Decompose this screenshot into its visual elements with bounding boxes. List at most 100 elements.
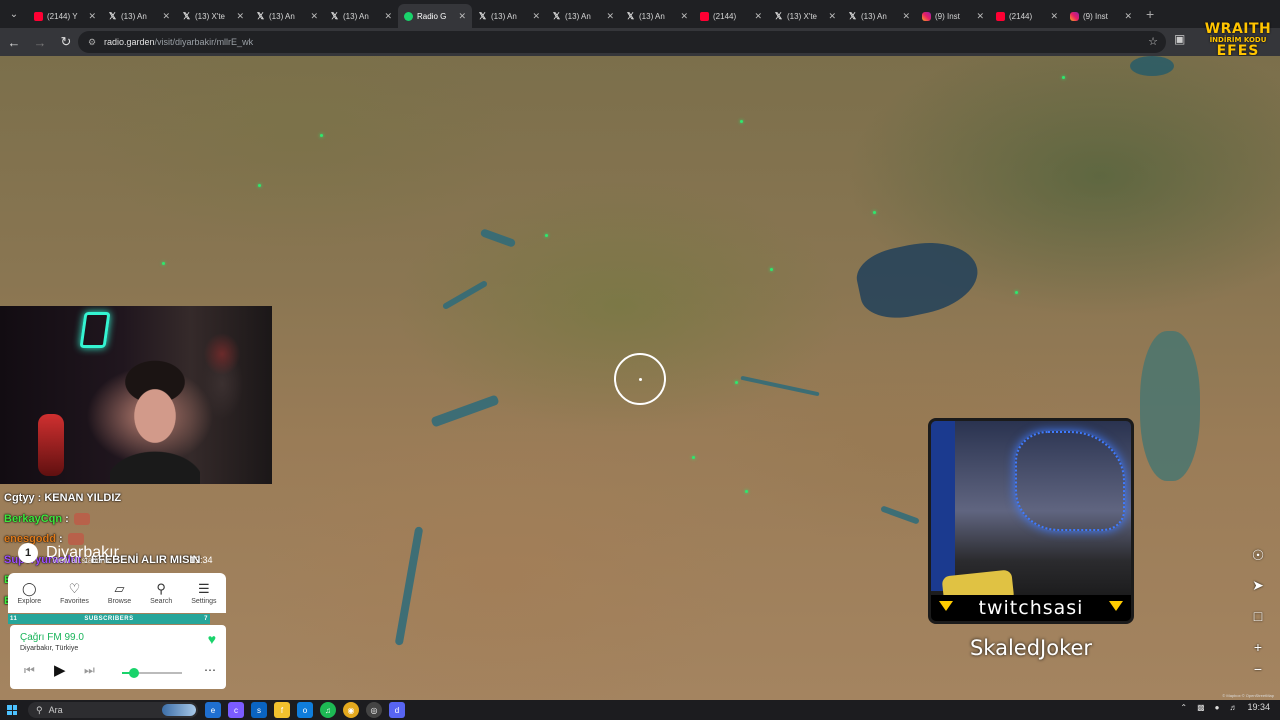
- nav-settings[interactable]: ☰ Settings: [191, 582, 216, 605]
- locate-icon[interactable]: ➤: [1247, 574, 1269, 596]
- nav-favorites[interactable]: ♡ Favorites: [60, 582, 89, 605]
- reload-button[interactable]: ↻: [54, 30, 78, 54]
- discord-icon[interactable]: d: [389, 702, 405, 718]
- station-dot[interactable]: [258, 184, 261, 187]
- browser-toolbar: ← → ↻ ⚙ radio.garden/visit/diyarbakir/ml…: [0, 28, 1280, 56]
- browser-tab[interactable]: (9) Inst ✕: [916, 4, 990, 28]
- spotify-icon[interactable]: ♫: [320, 702, 336, 718]
- favorite-heart-icon[interactable]: ♥: [208, 631, 216, 647]
- monitor-icon[interactable]: ▩: [1197, 703, 1205, 712]
- station-title[interactable]: Çağrı FM 99.0: [20, 632, 84, 643]
- menu-icon: ☰: [198, 580, 210, 596]
- station-dot[interactable]: [320, 134, 323, 137]
- browser-tab[interactable]: 𝕏 (13) An ✕: [472, 4, 546, 28]
- browser-tab[interactable]: (2144) ✕: [694, 4, 768, 28]
- station-dot[interactable]: [873, 211, 876, 214]
- tab-search-menu-icon[interactable]: ⌄: [0, 0, 28, 28]
- tab-close-icon[interactable]: ✕: [384, 11, 392, 22]
- tab-close-icon[interactable]: ✕: [754, 11, 762, 22]
- nav-explore[interactable]: ◯ Explore: [17, 582, 41, 605]
- station-dot[interactable]: [1062, 76, 1065, 79]
- search-highlight-image: [162, 704, 196, 716]
- browser-tab[interactable]: 𝕏 (13) An ✕: [620, 4, 694, 28]
- tab-close-icon[interactable]: ✕: [532, 11, 540, 22]
- reservoir: [479, 228, 517, 248]
- mic-icon[interactable]: ●: [1215, 703, 1220, 712]
- station-dot[interactable]: [770, 268, 773, 271]
- forward-button[interactable]: →: [28, 30, 52, 54]
- outlook-icon[interactable]: o: [297, 702, 313, 718]
- tab-close-icon[interactable]: ✕: [902, 11, 910, 22]
- extensions-icon[interactable]: ▣: [1174, 32, 1185, 46]
- browser-tab[interactable]: 𝕏 (13) An ✕: [324, 4, 398, 28]
- tab-close-icon[interactable]: ✕: [680, 11, 688, 22]
- edge-icon[interactable]: e: [205, 702, 221, 718]
- chrome-icon[interactable]: ◉: [343, 702, 359, 718]
- chat-username: Cgtyy: [4, 492, 35, 504]
- taskbar-clock[interactable]: 19:34: [1247, 702, 1270, 712]
- previous-icon[interactable]: ⏮: [24, 663, 35, 678]
- browser-tab[interactable]: (2144) Y ✕: [28, 4, 102, 28]
- broadcast-icon[interactable]: ☉: [1247, 544, 1269, 566]
- browser-tab[interactable]: (9) Inst ✕: [1064, 4, 1138, 28]
- tab-close-icon[interactable]: ✕: [828, 11, 836, 22]
- station-dot[interactable]: [162, 262, 165, 265]
- file-explorer-icon[interactable]: f: [274, 702, 290, 718]
- tab-close-icon[interactable]: ✕: [88, 11, 96, 22]
- tab-close-icon[interactable]: ✕: [976, 11, 984, 22]
- tab-title: (13) X'te: [787, 11, 817, 21]
- browser-tab[interactable]: 𝕏 (13) An ✕: [102, 4, 176, 28]
- station-dot[interactable]: [735, 381, 738, 384]
- tab-title: (13) An: [861, 11, 887, 21]
- volume-icon[interactable]: ♬: [1229, 703, 1237, 712]
- station-dot[interactable]: [692, 456, 695, 459]
- obs-icon[interactable]: ◎: [366, 702, 382, 718]
- browser-tab[interactable]: Radio G ✕: [398, 4, 472, 28]
- station-dot[interactable]: [1015, 291, 1018, 294]
- tab-title: (9) Inst: [1083, 11, 1108, 21]
- zoom-in-icon[interactable]: +: [1247, 636, 1269, 658]
- tab-close-icon[interactable]: ✕: [458, 11, 466, 22]
- tab-close-icon[interactable]: ✕: [310, 11, 318, 22]
- site-info-icon[interactable]: ⚙: [88, 37, 98, 47]
- browser-tab[interactable]: 𝕏 (13) An ✕: [546, 4, 620, 28]
- play-icon[interactable]: ▶: [54, 661, 66, 679]
- station-location: Diyarbakır, Türkiye: [20, 645, 79, 652]
- station-dot[interactable]: [745, 490, 748, 493]
- back-button[interactable]: ←: [2, 30, 26, 54]
- volume-knob[interactable]: [129, 668, 139, 678]
- more-options-icon[interactable]: ⋯: [204, 663, 216, 677]
- map-icon: ▱: [114, 580, 125, 596]
- browser-tab[interactable]: 𝕏 (13) X'te ✕: [768, 4, 842, 28]
- x-icon: 𝕏: [626, 10, 635, 21]
- copilot-icon[interactable]: c: [228, 702, 244, 718]
- next-icon[interactable]: ⏭: [84, 663, 95, 678]
- tab-close-icon[interactable]: ✕: [162, 11, 170, 22]
- led-lights: [1015, 431, 1125, 531]
- browser-tab[interactable]: (2144) ✕: [990, 4, 1064, 28]
- browser-tab[interactable]: 𝕏 (13) An ✕: [250, 4, 324, 28]
- store-icon[interactable]: s: [251, 702, 267, 718]
- tab-close-icon[interactable]: ✕: [1124, 11, 1132, 22]
- bookmark-star-icon[interactable]: ☆: [1148, 35, 1158, 48]
- browser-tab[interactable]: 𝕏 (13) X'te ✕: [176, 4, 250, 28]
- new-tab-button[interactable]: +: [1146, 6, 1154, 22]
- lock-icon[interactable]: □: [1247, 605, 1269, 627]
- nav-search[interactable]: ⚲ Search: [150, 582, 172, 605]
- tab-close-icon[interactable]: ✕: [236, 11, 244, 22]
- station-dot[interactable]: [740, 120, 743, 123]
- streamer-webcam: [0, 306, 272, 484]
- station-selector-circle[interactable]: [614, 353, 666, 405]
- nav-browse[interactable]: ▱ Browse: [108, 582, 131, 605]
- browser-tab[interactable]: 𝕏 (13) An ✕: [842, 4, 916, 28]
- start-button[interactable]: [2, 700, 22, 720]
- address-bar[interactable]: ⚙ radio.garden/visit/diyarbakir/mllrE_wk…: [78, 31, 1166, 53]
- chat-separator: :: [34, 492, 45, 504]
- tab-close-icon[interactable]: ✕: [606, 11, 614, 22]
- taskbar-search[interactable]: ⚲ Ara: [28, 702, 198, 718]
- zoom-out-icon[interactable]: −: [1247, 658, 1269, 680]
- station-dot[interactable]: [545, 234, 548, 237]
- tray-chevron-icon[interactable]: ⌃: [1180, 703, 1187, 712]
- view-all-stations-link[interactable]: View all stations: [52, 556, 109, 565]
- tab-close-icon[interactable]: ✕: [1050, 11, 1058, 22]
